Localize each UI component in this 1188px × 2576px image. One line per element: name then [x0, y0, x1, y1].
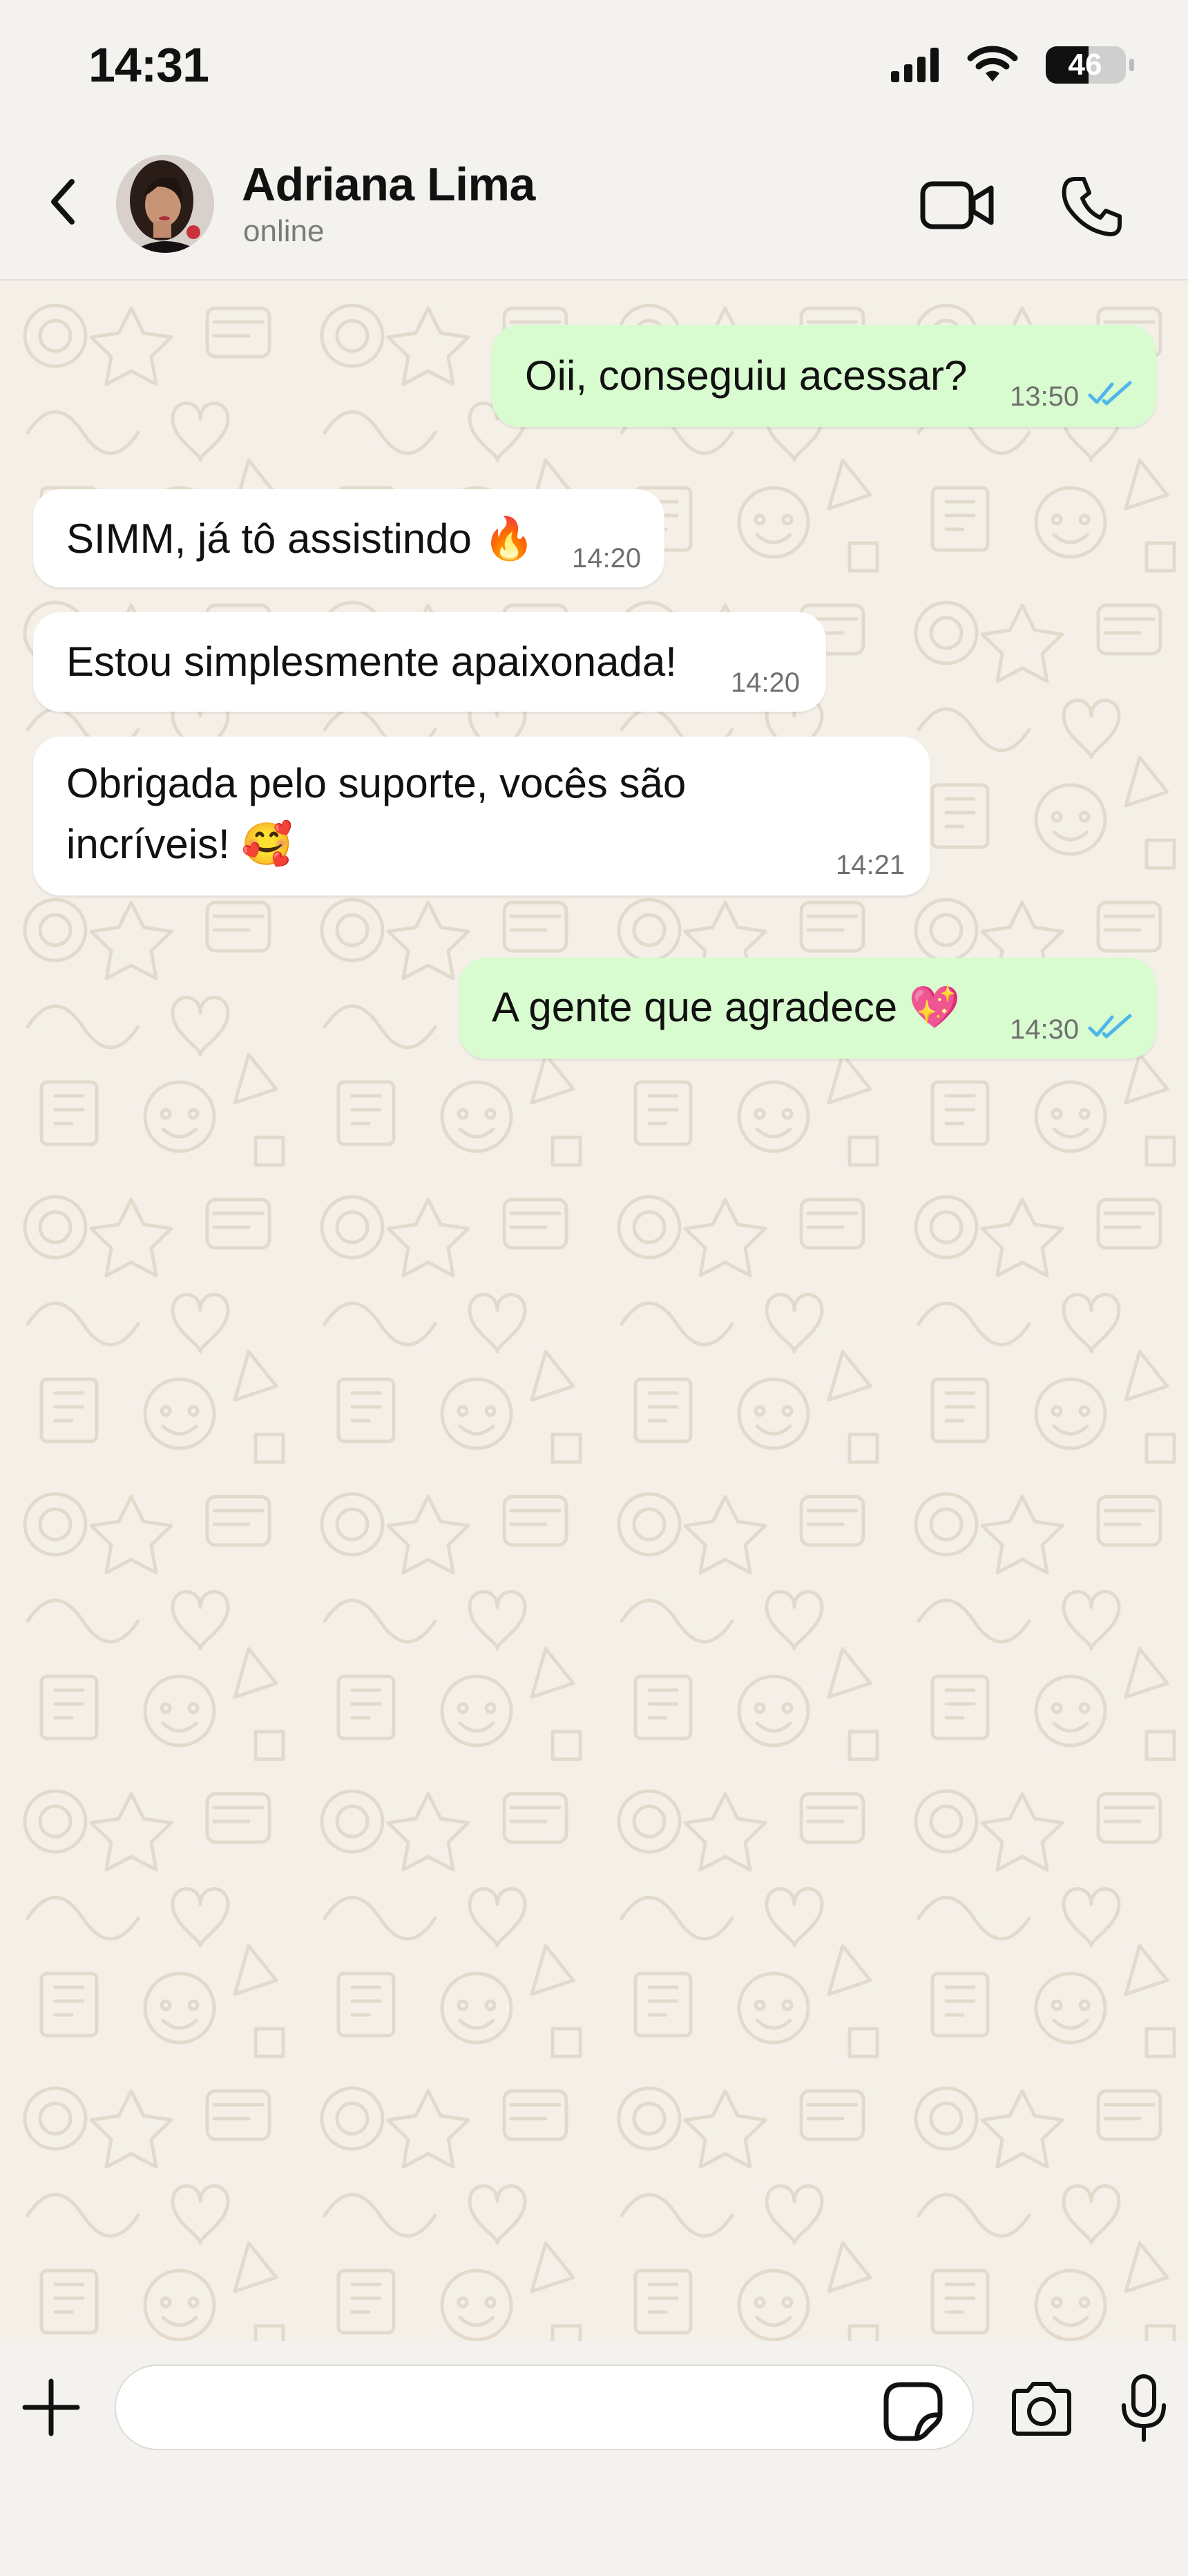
back-chevron-icon	[51, 179, 75, 225]
wifi-icon	[967, 46, 1018, 82]
status-bar: 14:31 46	[0, 0, 1188, 131]
message-text: Obrigada pelo suporte, vocês são incríve…	[66, 760, 687, 867]
message-time: 14:21	[836, 850, 906, 880]
battery-level: 46	[1068, 48, 1102, 82]
chat-area[interactable]: Oii, conseguiu acessar? 13:50 SIMM, já t…	[0, 281, 1188, 2341]
whatsapp-chat-screen: 14:31 46 Adriana Lima online Oii, conseg…	[0, 0, 1188, 2576]
message-time: 14:20	[731, 667, 801, 698]
message-time: 13:50	[1010, 381, 1080, 412]
message-text: Oii, conseguiu acessar?	[525, 352, 968, 399]
message-text: Estou simplesmente apaixonada!	[66, 638, 677, 685]
microphone-icon	[1122, 2374, 1166, 2442]
microphone-button[interactable]	[1109, 2371, 1178, 2445]
read-receipt-icon	[1088, 1014, 1132, 1039]
message-input[interactable]	[115, 2365, 974, 2450]
battery-icon: 46	[1044, 44, 1136, 86]
message-bubble-outgoing[interactable]: A gente que agradece 💖 14:30	[459, 958, 1156, 1059]
back-button[interactable]	[35, 174, 90, 229]
phone-icon	[1062, 177, 1122, 236]
attach-button[interactable]	[18, 2374, 84, 2441]
camera-icon	[1012, 2382, 1071, 2436]
camera-button[interactable]	[1006, 2376, 1077, 2442]
message-bubble-incoming[interactable]: Obrigada pelo suporte, vocês são incríve…	[33, 737, 930, 896]
input-bar	[0, 2342, 1188, 2576]
voice-call-button[interactable]	[1054, 169, 1130, 245]
read-receipt-icon	[1088, 381, 1132, 406]
contact-name[interactable]: Adriana Lima	[242, 158, 535, 211]
chat-wallpaper	[0, 281, 1188, 2341]
avatar[interactable]	[116, 155, 214, 253]
message-time: 14:20	[572, 543, 642, 574]
sticker-button[interactable]	[880, 2378, 946, 2445]
message-bubble-incoming[interactable]: Estou simplesmente apaixonada! 14:20	[33, 612, 826, 712]
contact-status: online	[243, 214, 325, 248]
message-bubble-outgoing[interactable]: Oii, conseguiu acessar? 13:50	[492, 325, 1156, 427]
signal-icon	[891, 48, 939, 82]
chat-header: Adriana Lima online	[0, 131, 1188, 281]
message-text: A gente que agradece 💖	[492, 984, 961, 1030]
plus-icon	[22, 2378, 80, 2436]
video-call-icon	[920, 181, 994, 229]
status-icons: 46	[891, 44, 1136, 86]
status-time: 14:31	[88, 38, 209, 92]
message-time: 14:30	[1010, 1014, 1080, 1045]
message-text: SIMM, já tô assistindo 🔥	[66, 515, 535, 562]
video-call-button[interactable]	[916, 174, 999, 236]
message-bubble-incoming[interactable]: SIMM, já tô assistindo 🔥 14:20	[33, 489, 664, 587]
sticker-icon	[883, 2382, 943, 2441]
